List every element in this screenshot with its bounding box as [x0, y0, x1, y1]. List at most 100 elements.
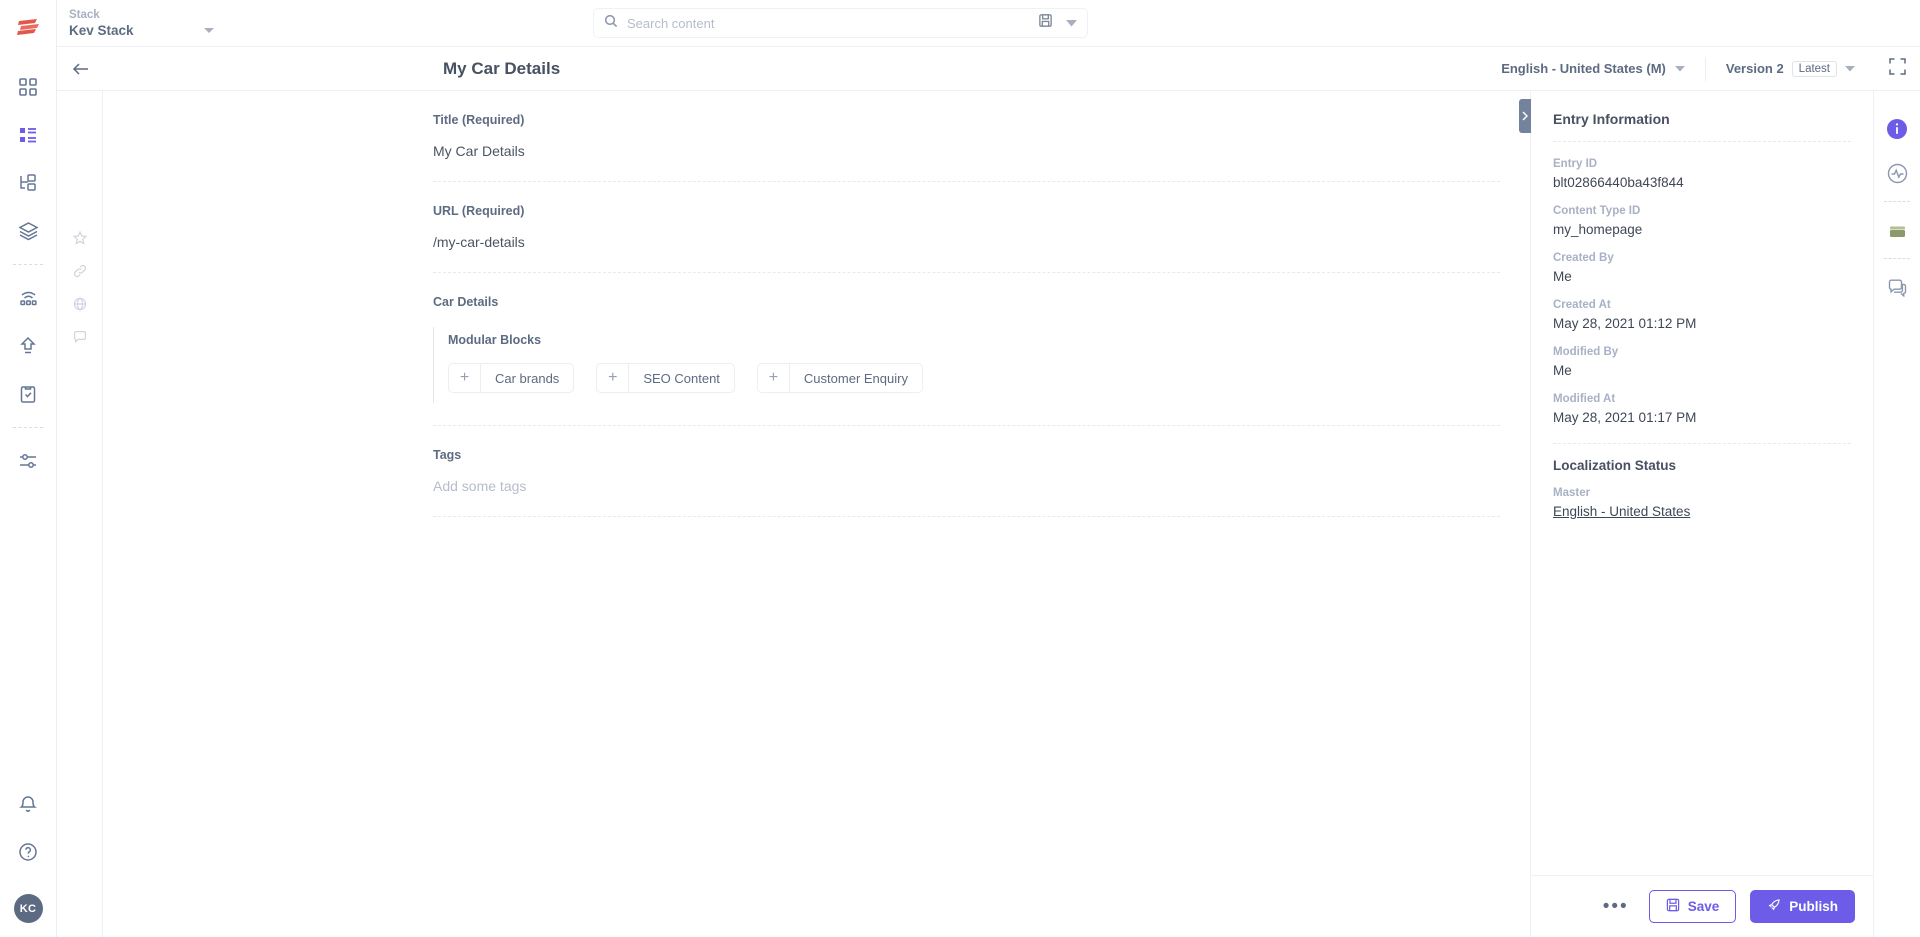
search-icon [604, 14, 618, 33]
meta-value: my_homepage [1553, 222, 1643, 237]
bell-icon[interactable] [0, 780, 57, 828]
right-sidebar-divider [1884, 201, 1910, 202]
panel-footer: ••• Save Publish [1531, 875, 1873, 937]
publish-label: Publish [1789, 899, 1838, 914]
tags-input[interactable]: Add some tags [433, 478, 1500, 494]
meta-value: blt02866440ba43f844 [1553, 175, 1684, 190]
add-block-seo-content[interactable]: + SEO Content [596, 363, 735, 393]
search-input[interactable] [627, 15, 1030, 31]
meta-value: Me [1553, 269, 1572, 284]
publish-button[interactable]: Publish [1750, 890, 1855, 923]
modular-blocks-label: Modular Blocks [448, 333, 542, 347]
comment-icon[interactable] [73, 330, 87, 349]
entry-body: Title (Required) My Car Details URL (Req… [57, 91, 1920, 937]
localization-status-title: Localization Status [1553, 458, 1677, 473]
right-sidebar-divider-2 [1884, 258, 1910, 259]
sidebar-item-content-models[interactable] [0, 159, 57, 207]
entry-header: My Car Details English - United States (… [57, 46, 1920, 91]
topbar: Stack Kev Stack [57, 0, 1920, 46]
sidebar-item-workflow[interactable] [0, 370, 57, 418]
meta-modified-at: Modified At May 28, 2021 01:17 PM [1553, 393, 1851, 425]
sidebar-divider [13, 264, 43, 265]
add-block-car-brands[interactable]: + Car brands [448, 363, 575, 393]
meta-key: Content Type ID [1553, 205, 1641, 217]
sidebar-item-assets[interactable] [0, 207, 57, 255]
back-button[interactable] [57, 62, 103, 76]
block-label: Car brands [495, 370, 560, 386]
extensions-icon[interactable] [1874, 208, 1920, 252]
title-input[interactable]: My Car Details [433, 143, 1500, 159]
sidebar-item-live-preview[interactable] [0, 274, 57, 322]
search-filter-chevron-icon[interactable] [1066, 14, 1077, 32]
fullscreen-icon[interactable] [1889, 57, 1906, 80]
meta-key: Created By [1553, 252, 1614, 264]
left-sidebar-bottom: KC [0, 780, 56, 937]
block-label: SEO Content [643, 370, 720, 386]
field-label: Tags [433, 448, 462, 462]
meta-entry-id: Entry ID blt02866440ba43f844 [1553, 158, 1851, 190]
chevron-down-icon [203, 27, 214, 33]
meta-key: Entry ID [1553, 158, 1598, 170]
saved-views-icon[interactable] [1038, 13, 1053, 33]
sidebar-item-dashboard[interactable] [0, 63, 57, 111]
add-block-customer-enquiry[interactable]: + Customer Enquiry [756, 363, 923, 393]
help-icon[interactable] [0, 828, 57, 876]
panel-collapse-toggle[interactable] [1519, 99, 1531, 133]
meta-key: Master [1553, 487, 1591, 499]
field-label: URL (Required) [433, 204, 525, 218]
globe-icon[interactable] [73, 297, 87, 316]
meta-value: May 28, 2021 01:17 PM [1553, 410, 1697, 425]
sidebar-item-settings[interactable] [0, 437, 57, 485]
save-button[interactable]: Save [1648, 890, 1737, 923]
language-label: English - United States (M) [1501, 61, 1666, 76]
field-tags: Tags Add some tags [433, 426, 1500, 517]
gutter-tools [57, 230, 103, 349]
field-car-details: Car Details Modular Blocks + Car brands … [433, 273, 1500, 426]
field-title: Title (Required) My Car Details [433, 91, 1500, 182]
panel-body: Entry ID blt02866440ba43f844 Content Typ… [1531, 142, 1873, 875]
header-divider [1704, 56, 1706, 81]
entry-form: Title (Required) My Car Details URL (Req… [103, 91, 1530, 937]
search-bar[interactable] [593, 8, 1088, 38]
meta-key: Modified By [1553, 346, 1619, 358]
stack-name: Kev Stack [69, 22, 134, 38]
meta-value: May 28, 2021 01:12 PM [1553, 316, 1697, 331]
save-label: Save [1687, 899, 1720, 914]
sidebar-item-releases[interactable] [0, 322, 57, 370]
panel-title: Entry Information [1553, 111, 1670, 127]
latest-badge: Latest [1791, 60, 1837, 77]
publish-rocket-icon [1767, 898, 1781, 915]
meta-created-at: Created At May 28, 2021 01:12 PM [1553, 299, 1851, 331]
save-disk-icon [1666, 898, 1680, 915]
more-options-button[interactable]: ••• [1597, 897, 1635, 916]
app-root: KC Stack Kev Stack Search content My Car… [0, 0, 1920, 937]
entry-header-actions: English - United States (M) Version 2 La… [1501, 56, 1920, 81]
field-label: Car Details [433, 295, 499, 309]
link-icon[interactable] [73, 264, 87, 283]
version-label: Version 2 [1725, 61, 1784, 76]
stack-selector[interactable]: Stack Kev Stack [57, 8, 287, 39]
meta-value: Me [1553, 363, 1572, 378]
star-icon[interactable] [72, 230, 88, 250]
entry-gutter [57, 91, 103, 937]
language-selector[interactable]: English - United States (M) [1501, 61, 1685, 76]
meta-created-by: Created By Me [1553, 252, 1851, 284]
meta-key: Created At [1553, 299, 1611, 311]
comments-icon[interactable] [1874, 265, 1920, 309]
sidebar-divider-2 [13, 427, 43, 428]
right-sidebar [1873, 91, 1920, 937]
avatar[interactable]: KC [13, 894, 43, 923]
left-sidebar-items [0, 57, 56, 485]
sidebar-item-entries[interactable] [0, 111, 57, 159]
url-input[interactable]: /my-car-details [433, 234, 1500, 250]
version-selector[interactable]: Version 2 Latest [1725, 60, 1855, 77]
master-locale-link[interactable]: English - United States [1553, 504, 1851, 519]
plus-icon: + [449, 364, 481, 392]
contentstack-logo[interactable] [0, 0, 56, 57]
meta-modified-by: Modified By Me [1553, 346, 1851, 378]
left-sidebar: KC [0, 0, 57, 937]
entry-information-panel: Entry Information Entry ID blt02866440ba… [1519, 91, 1873, 937]
field-label: Title (Required) [433, 113, 525, 127]
info-icon[interactable] [1874, 107, 1920, 151]
activity-icon[interactable] [1874, 151, 1920, 195]
